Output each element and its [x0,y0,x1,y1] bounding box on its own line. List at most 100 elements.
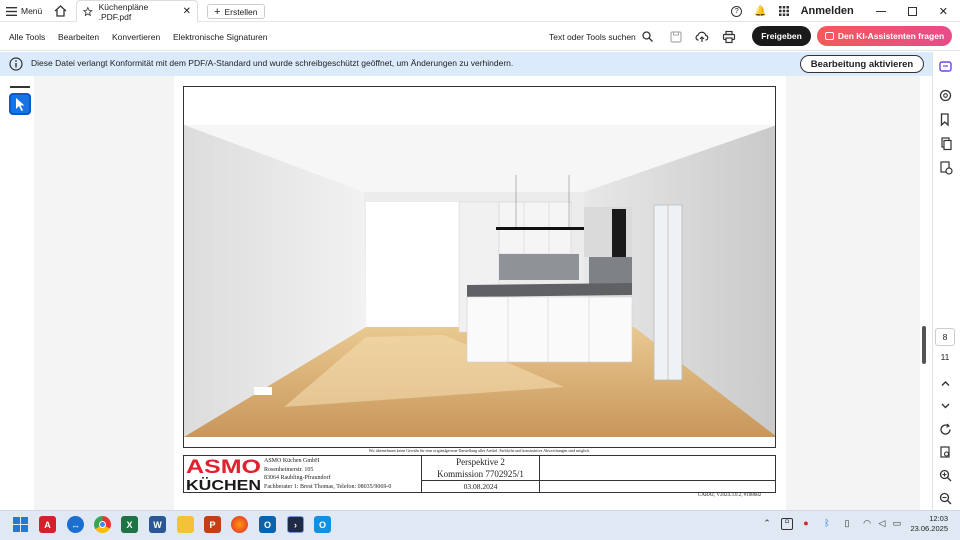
left-tool-panel [0,76,34,510]
volume-icon[interactable]: ◁ [876,518,888,530]
menu-convert[interactable]: Konvertieren [112,22,160,51]
ai-assistant-label: Den KI-Assistenten fragen [837,31,945,41]
search-tools-label: Text oder Tools suchen [549,31,636,42]
svg-text:KÜCHEN: KÜCHEN [186,477,261,492]
kitchen-perspective-drawing [183,86,776,448]
enable-editing-button[interactable]: Bearbeitung aktivieren [800,55,924,73]
tray-device-icon[interactable]: ▯ [841,518,853,530]
company-advisor: Fachberater 1: Brest Thomas, Telefon: 08… [264,483,392,490]
pdfa-banner: Diese Datei verlangt Konformität mit dem… [0,52,932,76]
refresh-icon[interactable] [938,422,953,437]
carat-version: CARAT, V2024.3.0.2, #108682 [698,493,762,498]
wifi-icon[interactable]: ◠ [861,518,873,530]
outlook-icon[interactable]: O [259,516,276,533]
restore-icon[interactable] [907,6,917,16]
zoom-in-icon[interactable] [938,468,953,483]
word-icon[interactable]: W [149,516,166,533]
share-button[interactable]: Freigeben [752,26,811,46]
hamburger-icon [6,6,17,16]
cursor-icon [16,98,25,111]
close-window-icon[interactable]: ✕ [939,5,948,18]
teamviewer-icon[interactable]: ↔ [67,516,84,533]
close-tab-icon[interactable]: ✕ [183,6,191,17]
pages-icon[interactable] [938,136,953,151]
company-name: ASMO Küchen GmbH [264,458,320,464]
banner-message: Diese Datei verlangt Konformität mit dem… [31,58,514,68]
create-button[interactable]: + Erstellen [207,4,265,19]
current-page-input[interactable]: 8 [935,328,955,346]
company-city: 83064 Raubling-Pfraundorf [264,475,331,481]
date-cell: 03.08.2024 [421,480,539,492]
sign-in-button[interactable]: Anmelden [801,5,854,17]
bell-icon[interactable]: 🔔 [754,6,766,17]
commission-number: Kommission 7702925/1 [437,469,524,479]
tray-creative-cloud-icon[interactable]: ● [800,518,812,530]
firefox-icon[interactable] [231,516,248,533]
powerpoint-icon[interactable]: P [204,516,221,533]
clock-date: 23.06.2025 [910,524,948,533]
zoom-out-icon[interactable] [938,491,953,506]
create-label: Erstellen [224,6,258,17]
disclaimer-text: Wir übernehmen keine Gewähr für eine ori… [368,448,591,453]
plus-icon: + [214,5,221,18]
info-icon [9,57,23,71]
windows-start-icon[interactable] [12,516,29,533]
page-scrollbar[interactable] [922,326,926,364]
empty-cell-bottom [539,480,775,492]
menu-e-signatures[interactable]: Elektronische Signaturen [173,22,268,51]
menu-all-tools[interactable]: Alle Tools [9,22,45,51]
home-button[interactable] [54,0,67,22]
bluetooth-icon[interactable]: ᛒ [821,518,833,530]
panel-divider [10,86,30,88]
company-street: Rosenheimerstr. 105 [264,466,314,473]
acrobat-icon[interactable]: A [39,516,56,533]
document-tab-title: Küchenpläne .PDF.pdf [98,1,149,22]
window-controls: ? 🔔 Anmelden ✕ [731,0,960,22]
search-icon [642,31,653,42]
menu-label: Menü [21,6,43,16]
main-toolbar: Alle Tools Bearbeiten Konvertieren Elekt… [0,22,960,51]
select-tool-button[interactable] [9,93,31,115]
view-title: Perspektive 2 [456,457,505,467]
tray-chevron-icon[interactable]: ⌃ [761,518,773,530]
document-tab[interactable]: Küchenpläne .PDF.pdf ✕ [76,0,198,22]
menu-edit[interactable]: Bearbeiten [58,22,99,51]
title-block: ASMO KÜCHEN ASMO Küchen GmbH Rosenheimer… [183,455,776,494]
asmo-logo: ASMO KÜCHEN [184,456,263,494]
terminal-icon[interactable]: › [287,516,304,533]
empty-cell [539,456,775,480]
upload-cloud-icon[interactable] [695,30,709,44]
home-icon [54,5,67,17]
bookmark-icon[interactable] [938,112,953,127]
file-explorer-icon[interactable] [177,516,194,533]
search-tools[interactable]: Text oder Tools suchen [549,22,653,51]
total-pages: 11 [940,352,950,362]
outlook-new-icon[interactable]: O [314,516,331,533]
star-icon[interactable] [83,6,93,17]
battery-icon[interactable]: ▭ [891,518,903,530]
excel-icon[interactable]: X [121,516,138,533]
chevron-down-icon[interactable] [938,398,953,413]
kitchen-render [184,125,775,437]
ai-assistant-button[interactable]: Den KI-Assistenten fragen [817,26,952,46]
help-icon[interactable]: ? [731,5,743,17]
save-icon[interactable] [669,30,683,44]
minimize-icon[interactable] [875,10,886,12]
attachments-icon[interactable] [938,160,953,175]
tray-app-icon[interactable]: ◘ [781,518,793,530]
chrome-icon[interactable] [94,516,111,533]
menu-button[interactable]: Menü [6,0,42,22]
svg-text:ASMO: ASMO [186,457,261,478]
comment-icon[interactable] [938,88,953,103]
company-address: ASMO Küchen GmbH Rosenheimerstr. 105 830… [264,457,391,491]
apps-grid-icon[interactable] [778,6,789,16]
ai-assistant-icon [824,32,834,40]
title-bar: Menü Küchenpläne .PDF.pdf ✕ + Erstellen … [0,0,960,22]
view-title-cell: Perspektive 2 Kommission 7702925/1 [421,456,539,480]
document-search-icon[interactable] [938,445,953,460]
windows-taskbar [0,510,960,540]
system-clock[interactable]: 12:03 23.06.2025 [910,514,948,534]
chevron-up-icon[interactable] [938,376,953,391]
print-icon[interactable] [722,30,736,44]
ai-chat-icon[interactable] [938,59,953,74]
